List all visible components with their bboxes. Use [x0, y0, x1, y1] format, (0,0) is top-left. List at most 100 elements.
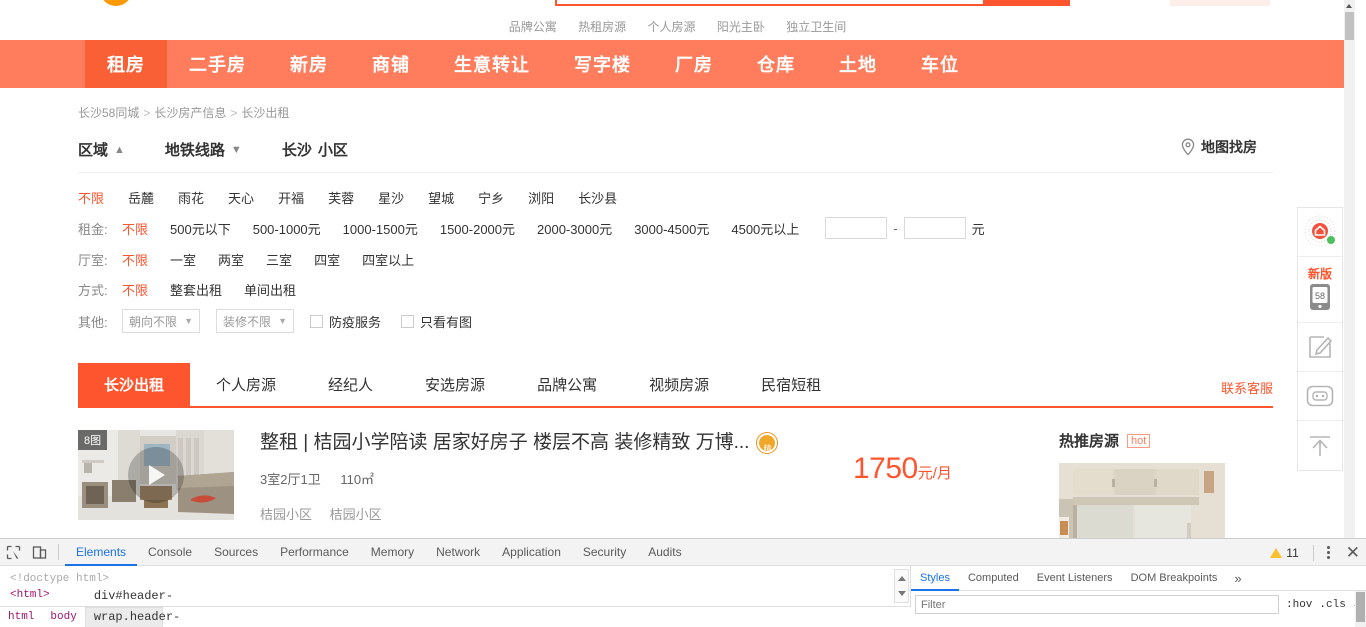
- devtools-tab-memory[interactable]: Memory: [360, 539, 425, 566]
- devtools-tab-performance[interactable]: Performance: [269, 539, 360, 566]
- tab-homestay-short[interactable]: 民宿短租: [735, 363, 847, 406]
- dom-breadcrumb-selected[interactable]: div#header-wrap.header-wrap: [84, 589, 180, 627]
- rent-min-input[interactable]: [825, 217, 888, 239]
- filter-area-option[interactable]: 开福: [278, 188, 304, 207]
- robot-chat-button[interactable]: [1298, 372, 1342, 421]
- scrollbar-thumb[interactable]: [1356, 592, 1365, 622]
- dom-breadcrumb-body[interactable]: body: [42, 607, 84, 627]
- scroll-up-arrow-icon[interactable]: [895, 570, 908, 586]
- scroll-up-arrow-icon[interactable]: [1344, 0, 1355, 11]
- hot-keyword[interactable]: 独立卫生间: [786, 20, 846, 34]
- nav-item-newhouse[interactable]: 新房: [268, 40, 350, 88]
- filter-rent-option[interactable]: 1000-1500元: [343, 219, 418, 238]
- epidemic-service-checkbox[interactable]: 防疫服务: [310, 312, 381, 331]
- devtools-tab-security[interactable]: Security: [572, 539, 637, 566]
- filter-mode-option[interactable]: 不限: [122, 280, 148, 299]
- devtools-close-icon[interactable]: ✕: [1346, 544, 1360, 561]
- styles-tab-styles[interactable]: Styles: [911, 566, 959, 591]
- back-to-top-button[interactable]: [1298, 421, 1342, 470]
- filter-rooms-option[interactable]: 四室: [314, 250, 340, 269]
- filter-area-option[interactable]: 望城: [428, 188, 454, 207]
- rent-max-input[interactable]: [903, 217, 966, 239]
- listing-title[interactable]: 整租 | 桔园小学陪读 居家好房子 楼层不高 装修精致 万博...: [260, 430, 749, 456]
- devtools-tab-console[interactable]: Console: [137, 539, 203, 566]
- filter-rooms-option[interactable]: 不限: [122, 250, 148, 269]
- filter-region-toggle[interactable]: 区域 ▲: [78, 139, 125, 160]
- tab-brand-apartment[interactable]: 品牌公寓: [511, 363, 623, 406]
- nav-item-warehouse[interactable]: 仓库: [735, 40, 817, 88]
- filter-mode-option[interactable]: 整套出租: [170, 280, 222, 299]
- devtools-tab-sources[interactable]: Sources: [203, 539, 269, 566]
- play-button-icon[interactable]: [128, 447, 184, 503]
- filter-rent-option[interactable]: 500元以下: [170, 219, 231, 238]
- tab-anxuan-listing[interactable]: 安选房源: [399, 363, 511, 406]
- filter-rent-option[interactable]: 不限: [122, 219, 148, 238]
- breadcrumb-item-rent[interactable]: 长沙出租: [241, 106, 289, 120]
- filter-area-option[interactable]: 天心: [228, 188, 254, 207]
- listing-item[interactable]: 8图 整租 | 桔园小学陪读 居家好房子 楼层不高 装修精致 万博... 3室2…: [78, 430, 1033, 523]
- devtools-tab-audits[interactable]: Audits: [637, 539, 692, 566]
- search-button[interactable]: [985, 0, 1070, 6]
- filter-rent-option[interactable]: 500-1000元: [253, 219, 321, 238]
- qrcode-house-button[interactable]: [1298, 208, 1342, 257]
- filter-community[interactable]: 长沙 小区: [282, 139, 348, 160]
- filter-rooms-option[interactable]: 三室: [266, 250, 292, 269]
- device-toolbar-icon[interactable]: [26, 539, 52, 566]
- listing-thumbnail[interactable]: 8图: [78, 430, 234, 520]
- search-input[interactable]: [555, 0, 985, 6]
- listing-tag[interactable]: 桔园小区: [260, 507, 312, 522]
- feedback-button[interactable]: [1298, 323, 1342, 372]
- scrollbar-thumb[interactable]: [1345, 12, 1354, 40]
- page-scrollbar[interactable]: [1344, 0, 1355, 538]
- filter-subway-toggle[interactable]: 地铁线路 ▼: [165, 139, 242, 160]
- scroll-down-arrow-icon[interactable]: [895, 586, 908, 602]
- devtools-more-menu-icon[interactable]: [1322, 546, 1336, 559]
- styles-tab-dom-breakpoints[interactable]: DOM Breakpoints: [1122, 566, 1227, 591]
- filter-rent-option[interactable]: 4500元以上: [731, 219, 799, 238]
- filter-area-option[interactable]: 宁乡: [478, 188, 504, 207]
- hot-keyword[interactable]: 热租房源: [578, 20, 626, 34]
- hot-listing-thumbnail[interactable]: [1059, 463, 1225, 538]
- styles-more-tabs-icon[interactable]: »: [1226, 571, 1249, 586]
- tab-agent[interactable]: 经纪人: [302, 363, 399, 406]
- filter-area-option[interactable]: 长沙县: [578, 188, 617, 207]
- breadcrumb-item-city[interactable]: 长沙58同城: [78, 106, 139, 120]
- dom-breadcrumb-html[interactable]: html: [0, 607, 42, 627]
- tab-changsha-rent[interactable]: 长沙出租: [78, 363, 191, 406]
- nav-item-land[interactable]: 土地: [817, 40, 899, 88]
- dom-scroll-stepper[interactable]: [894, 569, 909, 603]
- devtools-tab-application[interactable]: Application: [491, 539, 572, 566]
- nav-item-shop[interactable]: 商铺: [350, 40, 432, 88]
- devtools-tab-network[interactable]: Network: [425, 539, 491, 566]
- nav-item-parking[interactable]: 车位: [899, 40, 981, 88]
- filter-area-option[interactable]: 浏阳: [528, 188, 554, 207]
- filter-mode-option[interactable]: 单间出租: [244, 280, 296, 299]
- map-search-button[interactable]: 地图找房: [1180, 137, 1257, 157]
- nav-item-rent[interactable]: 租房: [85, 40, 167, 88]
- breadcrumb-item-property[interactable]: 长沙房产信息: [154, 106, 226, 120]
- has-photo-checkbox[interactable]: 只看有图: [401, 312, 472, 331]
- styles-scrollbar[interactable]: [1355, 591, 1366, 627]
- filter-rooms-option[interactable]: 两室: [218, 250, 244, 269]
- styles-tab-computed[interactable]: Computed: [959, 566, 1028, 591]
- tab-video-listing[interactable]: 视频房源: [623, 363, 735, 406]
- filter-rent-option[interactable]: 2000-3000元: [537, 219, 612, 238]
- styles-filter-input[interactable]: [915, 595, 1279, 614]
- hot-keyword[interactable]: 阳光主卧: [717, 20, 765, 34]
- filter-area-option[interactable]: 芙蓉: [328, 188, 354, 207]
- tab-personal-listing[interactable]: 个人房源: [190, 363, 302, 406]
- hot-keyword[interactable]: 品牌公寓: [509, 20, 557, 34]
- nav-item-business-transfer[interactable]: 生意转让: [432, 40, 552, 88]
- filter-rooms-option[interactable]: 一室: [170, 250, 196, 269]
- filter-area-option[interactable]: 星沙: [378, 188, 404, 207]
- filter-area-option[interactable]: 岳麓: [128, 188, 154, 207]
- nav-item-office[interactable]: 写字楼: [552, 40, 653, 88]
- orientation-select[interactable]: 朝向不限 ▼: [122, 309, 200, 333]
- styles-tab-event-listeners[interactable]: Event Listeners: [1028, 566, 1122, 591]
- warning-counter[interactable]: 11: [1270, 546, 1299, 560]
- decoration-select[interactable]: 装修不限 ▼: [216, 309, 294, 333]
- filter-area-option[interactable]: 不限: [78, 188, 104, 207]
- listing-tag[interactable]: 桔园小区: [330, 507, 382, 522]
- force-state-button[interactable]: :hov: [1286, 599, 1312, 611]
- contact-service-link[interactable]: 联系客服: [1221, 378, 1273, 397]
